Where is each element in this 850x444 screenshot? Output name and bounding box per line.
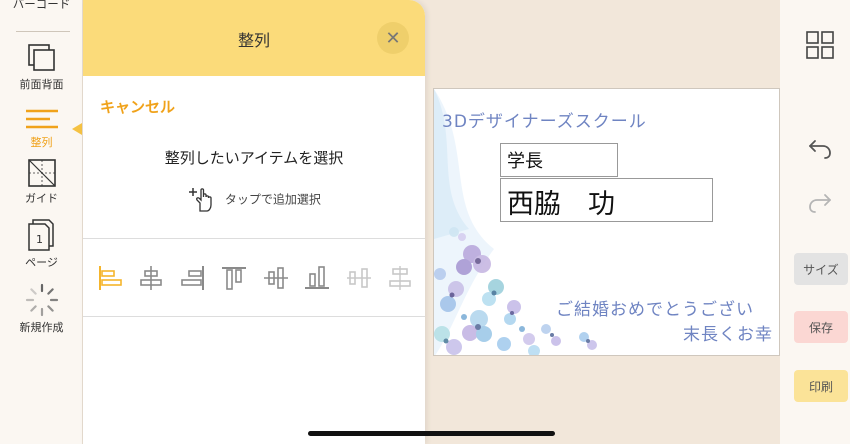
align-label: 整列 [30,136,53,149]
align-left-icon [99,266,122,290]
toolbar-item-align[interactable]: 整列 [0,108,83,150]
guide-label: ガイド [25,192,58,205]
align-panel: 整列 ✕ キャンセル 整列したいアイテムを選択 タップで追加選択 [83,0,425,444]
distribute-horizontal-icon [346,268,371,288]
save-button[interactable]: 保存 [794,311,848,343]
align-top-button[interactable] [219,263,249,293]
undo-icon [809,140,831,159]
align-lines-icon [25,109,58,129]
align-center-horizontal-button[interactable] [136,263,166,293]
layers-icon [27,44,55,71]
align-bottom-icon [305,266,330,289]
panel-header: 整列 ✕ [83,0,425,76]
panel-title: 整列 [237,31,270,50]
tap-hand-icon [189,188,212,212]
size-button[interactable]: サイズ [794,253,848,285]
active-pointer [72,123,82,135]
align-center-vertical-button[interactable] [261,263,291,293]
svg-text:1: 1 [36,233,43,246]
align-left-button[interactable] [95,263,125,293]
grid-button[interactable] [805,30,835,64]
close-icon: ✕ [385,27,401,49]
right-toolbar: サイズ 保存 印刷 [780,0,850,444]
cancel-button[interactable]: キャンセル [100,96,175,117]
tap-hint-label: タップで追加選択 [224,192,321,207]
front-back-label: 前面背面 [19,78,64,91]
business-card-canvas[interactable]: 3Dデザイナーズスクール 学長 西脇 功 ご結婚おめでとうござい 末長くお幸 [433,88,780,356]
distribute-vertical-icon [389,266,411,290]
grid-icon [806,31,834,59]
congrats-text-line2[interactable]: 末長くお幸 [683,320,773,345]
guide-icon [27,159,56,187]
new-label: 新規作成 [19,321,64,334]
instruction-text: 整列したいアイテムを選択 [164,149,344,167]
divider [83,238,425,239]
school-name-text[interactable]: 3Dデザイナーズスクール [442,107,647,132]
congrats-text-line1[interactable]: ご結婚おめでとうござい [556,295,754,320]
page-label: ページ [25,256,58,269]
toolbar-item-page[interactable]: 1 ページ [0,218,83,270]
toolbar-item-barcode[interactable]: バーコード [0,0,83,12]
close-button[interactable]: ✕ [377,22,409,54]
align-buttons-row [95,260,415,296]
redo-button[interactable] [807,190,833,218]
align-center-vertical-icon [263,267,288,289]
left-toolbar: バーコード 前面背面 整列 ガイド 1 ページ 新規作成 [0,0,83,444]
toolbar-item-front-back[interactable]: 前面背面 [0,42,83,92]
title-textbox[interactable]: 学長 [500,143,618,177]
distribute-horizontal-button[interactable] [344,263,374,293]
name-textbox[interactable]: 西脇 功 [500,178,713,222]
align-bottom-button[interactable] [302,263,332,293]
spinner-icon [25,283,58,317]
align-right-icon [181,266,204,290]
barcode-label: バーコード [12,0,71,11]
toolbar-item-new[interactable]: 新規作成 [0,283,83,335]
home-indicator [308,431,555,436]
print-button[interactable]: 印刷 [794,370,848,402]
divider [83,316,425,317]
toolbar-divider [16,31,70,32]
redo-icon [809,194,831,213]
page-icon: 1 [27,219,54,251]
align-right-button[interactable] [178,263,208,293]
undo-button[interactable] [807,136,833,164]
toolbar-item-guide[interactable]: ガイド [0,158,83,206]
tap-hint: タップで追加選択 [83,185,425,213]
align-center-horizontal-icon [140,266,163,290]
align-top-icon [222,267,247,290]
distribute-vertical-button[interactable] [385,263,415,293]
